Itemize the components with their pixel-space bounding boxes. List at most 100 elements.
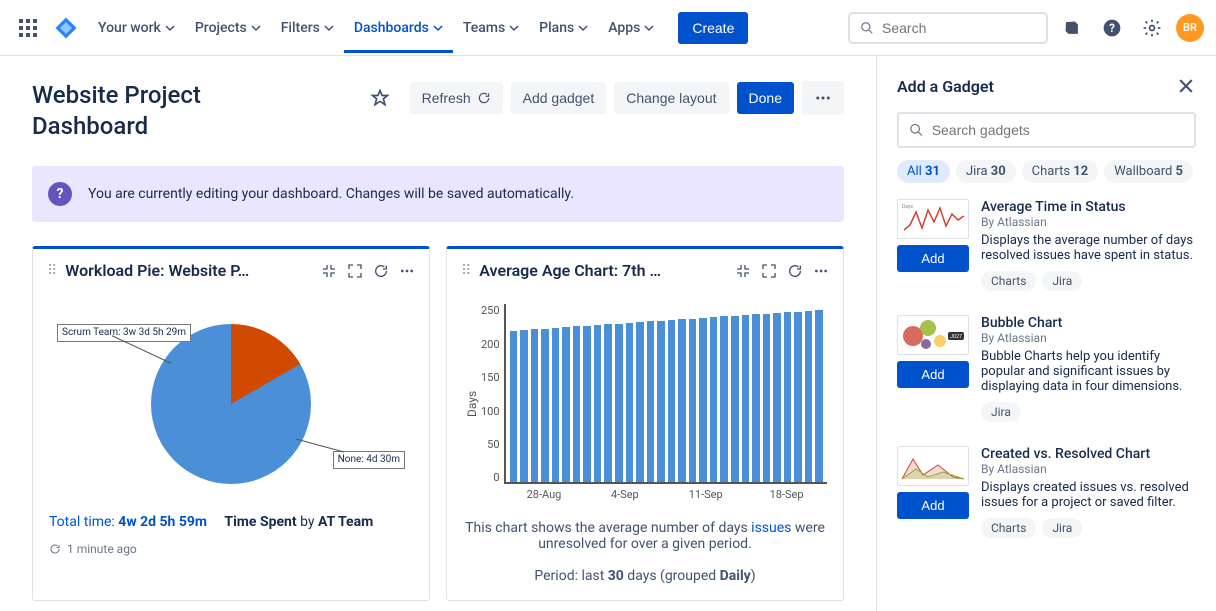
- global-search-input[interactable]: [882, 20, 1036, 36]
- bar: [815, 310, 823, 482]
- drag-handle-icon[interactable]: ⠿: [461, 263, 471, 279]
- info-banner: ? You are currently editing your dashboa…: [32, 166, 844, 222]
- app-switcher-icon[interactable]: [12, 12, 44, 44]
- user-avatar[interactable]: BR: [1176, 14, 1204, 42]
- global-search[interactable]: [848, 12, 1048, 44]
- refresh-button[interactable]: Refresh: [410, 82, 503, 114]
- entry-title[interactable]: Average Time in Status: [981, 199, 1196, 215]
- bar: [604, 324, 612, 482]
- bar: [562, 327, 570, 482]
- gadget-thumbnail: JO27: [897, 315, 969, 355]
- entry-title[interactable]: Bubble Chart: [981, 315, 1196, 331]
- bar: [689, 319, 697, 483]
- more-icon[interactable]: [802, 81, 844, 115]
- page-title: Website Project Dashboard: [32, 80, 312, 142]
- add-gadget-button[interactable]: Add: [897, 245, 969, 272]
- bar: [668, 320, 676, 482]
- create-button[interactable]: Create: [678, 12, 748, 44]
- minimize-icon[interactable]: [321, 263, 337, 279]
- svg-text:JO27: JO27: [950, 334, 962, 340]
- bar: [710, 317, 718, 482]
- bar: [615, 324, 623, 483]
- total-time-label: Total time:: [49, 514, 115, 530]
- nav-item-apps[interactable]: Apps: [598, 3, 664, 53]
- jira-logo-icon[interactable]: [54, 16, 78, 40]
- bar: [520, 330, 528, 482]
- add-gadget-button[interactable]: Add: [897, 361, 969, 388]
- gadget-entry: DaysAddAverage Time in StatusBy Atlassia…: [897, 199, 1196, 291]
- add-gadget-button[interactable]: Add gadget: [511, 82, 607, 114]
- chart-description: This chart shows the average number of d…: [463, 520, 827, 552]
- add-gadget-button[interactable]: Add: [897, 492, 969, 519]
- nav-item-dashboards[interactable]: Dashboards: [344, 3, 453, 53]
- bar: [731, 316, 739, 483]
- svg-text:?: ?: [1109, 21, 1115, 35]
- nav-item-projects[interactable]: Projects: [185, 3, 271, 53]
- close-icon[interactable]: [1176, 76, 1196, 96]
- more-icon[interactable]: [399, 263, 415, 279]
- nav-item-teams[interactable]: Teams: [453, 3, 529, 53]
- tag: Jira: [1042, 518, 1082, 538]
- help-icon[interactable]: ?: [1096, 12, 1128, 44]
- add-gadget-panel: Add a Gadget All 31 Jira 30 Charts 12Wallb…: [876, 56, 1216, 611]
- nav-item-plans[interactable]: Plans: [529, 3, 598, 53]
- settings-icon[interactable]: [1136, 12, 1168, 44]
- entry-vendor: By Atlassian: [981, 331, 1196, 345]
- nav-item-your-work[interactable]: Your work: [88, 3, 185, 53]
- gadget-search[interactable]: [897, 112, 1196, 148]
- tag: Charts: [981, 518, 1036, 538]
- entry-vendor: By Atlassian: [981, 215, 1196, 229]
- time-spent-label: Time Spent: [224, 514, 296, 530]
- bar-chart: Days 250200150100500 28-Aug4-Sep11-Sep18…: [463, 304, 827, 504]
- bar: [531, 329, 539, 482]
- filter-pill-wallboard[interactable]: Wallboard 5: [1104, 160, 1193, 183]
- nav-item-filters[interactable]: Filters: [271, 3, 344, 53]
- entry-title[interactable]: Created vs. Resolved Chart: [981, 446, 1196, 462]
- bar: [552, 328, 560, 483]
- bar: [573, 326, 581, 482]
- bar: [626, 323, 634, 482]
- top-nav: Your workProjectsFiltersDashboardsTeamsP…: [0, 0, 1216, 56]
- refresh-icon[interactable]: [373, 263, 389, 279]
- filter-pill-all[interactable]: All 31: [897, 160, 950, 183]
- entry-vendor: By Atlassian: [981, 462, 1196, 476]
- dashboard-content: Website Project Dashboard Refresh Add ga…: [0, 56, 876, 611]
- gadget-workload-pie: ⠿ Workload Pie: Website P… Scrum Team: 3…: [32, 246, 430, 601]
- bar: [510, 331, 518, 483]
- gadget-search-input[interactable]: [932, 122, 1184, 138]
- entry-desc: Displays created issues vs. resolved iss…: [981, 480, 1196, 510]
- gadget-title: Workload Pie: Website P…: [65, 261, 313, 280]
- maximize-icon[interactable]: [347, 263, 363, 279]
- done-button[interactable]: Done: [737, 82, 794, 114]
- bar: [742, 315, 750, 482]
- total-time-value: 4w 2d 5h 59m: [118, 514, 207, 530]
- maximize-icon[interactable]: [761, 263, 777, 279]
- filter-pill-jira[interactable]: Jira 30: [956, 160, 1016, 183]
- bar: [699, 318, 707, 482]
- pie-label-scrum: Scrum Team: 3w 3d 5h 29m: [57, 324, 191, 342]
- filter-pills: All 31 Jira 30 Charts 12Wallboard 5: [897, 160, 1196, 183]
- gadget-entry: JO27AddBubble ChartBy AtlassianBubble Ch…: [897, 315, 1196, 422]
- bar: [763, 314, 771, 483]
- bar: [583, 326, 591, 483]
- gadget-title: Average Age Chart: 7th …: [479, 261, 727, 280]
- bar: [647, 321, 655, 482]
- issues-link[interactable]: issues: [751, 520, 791, 536]
- gadget-average-age: ⠿ Average Age Chart: 7th … Days 25020015…: [446, 246, 844, 601]
- refresh-icon[interactable]: [787, 263, 803, 279]
- banner-text: You are currently editing your dashboard…: [88, 186, 574, 202]
- star-icon[interactable]: [358, 80, 402, 116]
- question-icon: ?: [48, 182, 72, 206]
- filter-pill-charts[interactable]: Charts 12: [1022, 160, 1099, 183]
- sidebar-title: Add a Gadget: [897, 77, 994, 96]
- bar: [594, 325, 602, 482]
- last-updated: 1 minute ago: [49, 542, 413, 556]
- drag-handle-icon[interactable]: ⠿: [47, 263, 57, 279]
- pie-label-none: None: 4d 30m: [333, 451, 405, 469]
- search-icon: [860, 20, 874, 36]
- more-icon[interactable]: [813, 263, 829, 279]
- change-layout-button[interactable]: Change layout: [614, 82, 728, 114]
- notifications-icon[interactable]: [1056, 12, 1088, 44]
- minimize-icon[interactable]: [735, 263, 751, 279]
- tag: Charts: [981, 271, 1036, 291]
